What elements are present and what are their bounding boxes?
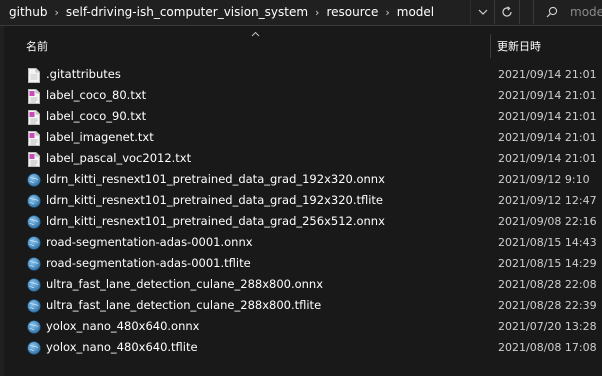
- model-file-icon: [27, 193, 41, 209]
- file-row[interactable]: ldrn_kitti_resnext101_pretrained_data_gr…: [0, 169, 602, 190]
- file-name[interactable]: yolox_nano_480x640.tflite: [46, 340, 198, 354]
- file-row[interactable]: label_imagenet.txt 2021/09/14 21:01: [0, 127, 602, 148]
- column-divider[interactable]: [490, 34, 491, 58]
- file-modified-date: 2021/08/28 22:08: [498, 278, 597, 291]
- file-row[interactable]: yolox_nano_480x640.onnx 2021/07/20 13:28: [0, 316, 602, 337]
- file-modified-date: 2021/09/08 22:16: [498, 215, 597, 228]
- file-row[interactable]: road-segmentation-adas-0001.tflite 2021/0…: [0, 253, 602, 274]
- model-file-icon: [27, 298, 41, 314]
- column-header-name[interactable]: 名前: [26, 38, 48, 54]
- text-file-icon: [27, 88, 41, 104]
- file-row[interactable]: .gitattributes 2021/09/14 21:01: [0, 64, 602, 85]
- file-name[interactable]: label_coco_80.txt: [46, 88, 146, 102]
- file-row[interactable]: label_coco_90.txt 2021/09/14 21:01: [0, 106, 602, 127]
- file-name[interactable]: label_pascal_voc2012.txt: [46, 151, 191, 165]
- file-modified-date: 2021/08/28 22:39: [498, 299, 597, 312]
- file-name[interactable]: ldrn_kitti_resnext101_pretrained_data_gr…: [46, 172, 385, 186]
- address-bar[interactable]: github › self-driving-ish_computer_visio…: [0, 0, 602, 26]
- file-row[interactable]: ultra_fast_lane_detection_culane_288x800…: [0, 295, 602, 316]
- file-modified-date: 2021/09/14 21:01: [498, 89, 597, 102]
- column-header-date[interactable]: 更新日時: [497, 38, 541, 54]
- breadcrumb-item-model[interactable]: model: [393, 5, 438, 19]
- search-box[interactable]: [533, 0, 602, 24]
- file-modified-date: 2021/08/15 14:29: [498, 257, 597, 270]
- file-name[interactable]: ldrn_kitti_resnext101_pretrained_data_gr…: [46, 214, 385, 228]
- model-file-icon: [27, 256, 41, 272]
- text-file-icon: [27, 109, 41, 125]
- file-row[interactable]: road-segmentation-adas-0001.onnx 2021/08/…: [0, 232, 602, 253]
- column-header: 名前 更新日時: [0, 31, 602, 58]
- model-file-icon: [27, 340, 41, 356]
- file-modified-date: 2021/09/12 12:47: [498, 194, 597, 207]
- chevron-down-icon: [478, 9, 488, 15]
- sort-up-icon: [251, 31, 260, 37]
- model-file-icon: [27, 235, 41, 251]
- breadcrumb[interactable]: github › self-driving-ish_computer_visio…: [0, 0, 465, 24]
- breadcrumb-separator-icon[interactable]: ›: [51, 6, 61, 19]
- file-row[interactable]: yolox_nano_480x640.tflite 2021/08/08 17:0…: [0, 337, 602, 358]
- model-file-icon: [27, 277, 41, 293]
- file-modified-date: 2021/08/15 14:43: [498, 236, 597, 249]
- file-name[interactable]: ultra_fast_lane_detection_culane_288x800…: [46, 298, 321, 312]
- file-name[interactable]: yolox_nano_480x640.onnx: [46, 319, 199, 333]
- file-modified-date: 2021/09/14 21:01: [498, 131, 597, 144]
- file-modified-date: 2021/08/08 17:08: [498, 341, 597, 354]
- file-row[interactable]: ultra_fast_lane_detection_culane_288x800…: [0, 274, 602, 295]
- generic-file-icon: [27, 67, 41, 83]
- file-modified-date: 2021/07/20 13:28: [498, 320, 597, 333]
- file-name[interactable]: ldrn_kitti_resnext101_pretrained_data_gr…: [46, 193, 383, 207]
- file-name[interactable]: road-segmentation-adas-0001.tflite: [46, 256, 251, 270]
- breadcrumb-item-resource[interactable]: resource: [322, 5, 382, 19]
- model-file-icon: [27, 172, 41, 188]
- search-icon: [546, 6, 558, 18]
- search-input[interactable]: [570, 5, 602, 19]
- file-row[interactable]: label_coco_80.txt 2021/09/14 21:01: [0, 85, 602, 106]
- file-modified-date: 2021/09/14 21:01: [498, 68, 597, 81]
- file-name[interactable]: ultra_fast_lane_detection_culane_288x800…: [46, 277, 323, 291]
- model-file-icon: [27, 319, 41, 335]
- breadcrumb-item-repo[interactable]: self-driving-ish_computer_vision_system: [62, 5, 312, 19]
- file-list: .gitattributes 2021/09/14 21:01 label_coco…: [0, 64, 602, 358]
- breadcrumb-separator-icon[interactable]: ›: [382, 6, 392, 19]
- address-history-button[interactable]: [470, 0, 495, 24]
- breadcrumb-item-github[interactable]: github: [0, 5, 51, 19]
- file-name[interactable]: label_coco_90.txt: [46, 109, 146, 123]
- refresh-icon: [502, 6, 512, 17]
- text-file-icon: [27, 130, 41, 146]
- file-modified-date: 2021/09/14 21:01: [498, 152, 597, 165]
- breadcrumb-separator-icon[interactable]: ›: [312, 6, 322, 19]
- file-row[interactable]: ldrn_kitti_resnext101_pretrained_data_gr…: [0, 211, 602, 232]
- refresh-button[interactable]: [494, 0, 520, 24]
- file-modified-date: 2021/09/14 21:01: [498, 110, 597, 123]
- file-name[interactable]: road-segmentation-adas-0001.onnx: [46, 235, 253, 249]
- file-modified-date: 2021/09/12 9:10: [498, 173, 590, 186]
- file-name[interactable]: label_imagenet.txt: [46, 130, 154, 144]
- file-name[interactable]: .gitattributes: [46, 67, 121, 81]
- model-file-icon: [27, 214, 41, 230]
- file-row[interactable]: ldrn_kitti_resnext101_pretrained_data_gr…: [0, 190, 602, 211]
- file-row[interactable]: label_pascal_voc2012.txt 2021/09/14 21:01: [0, 148, 602, 169]
- text-file-icon: [27, 151, 41, 167]
